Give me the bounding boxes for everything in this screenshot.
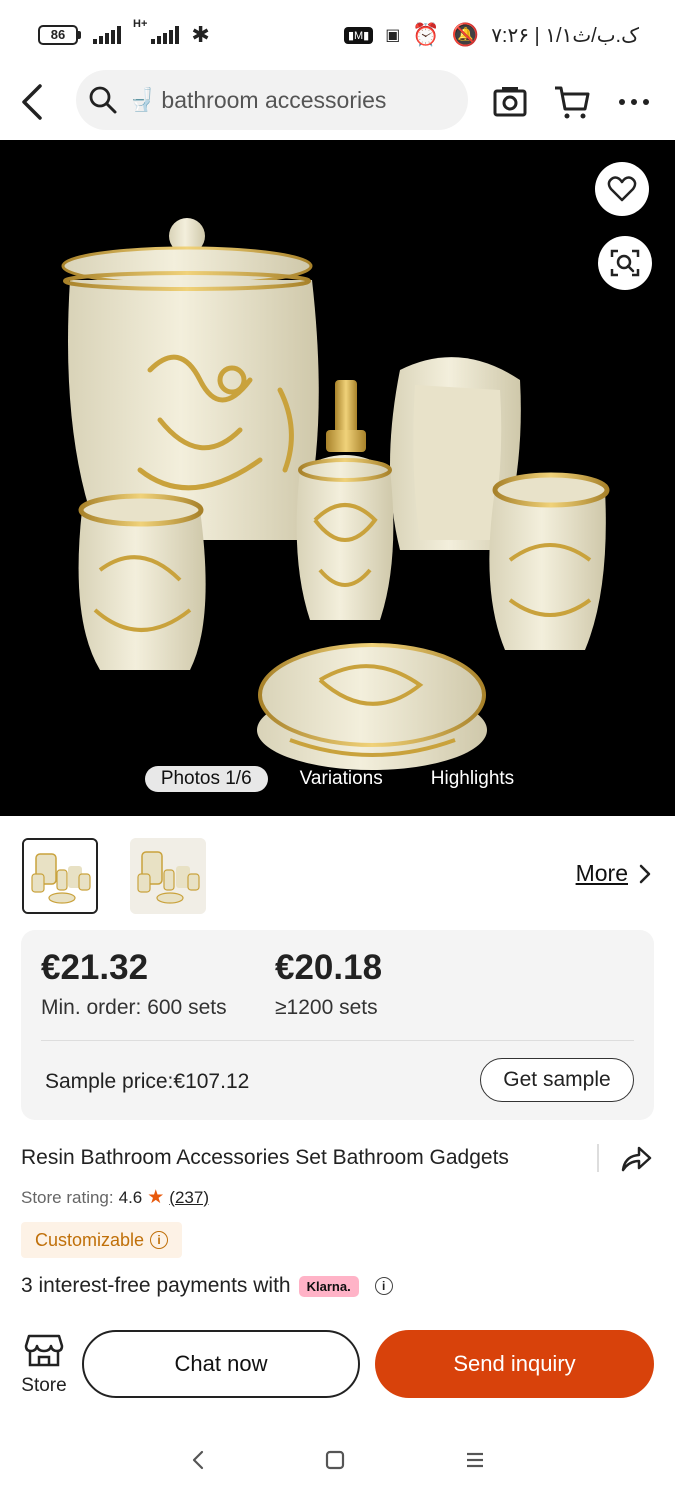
customizable-badge[interactable]: Customizable i xyxy=(21,1222,183,1258)
store-button[interactable]: Store xyxy=(16,1332,72,1397)
system-nav-bar xyxy=(0,1430,675,1490)
signal-icon-2 xyxy=(151,26,180,44)
product-photo xyxy=(61,218,610,770)
mute-icon: 🔕 xyxy=(451,22,480,47)
tier-price: €21.32 xyxy=(41,948,149,987)
nav-home-icon[interactable] xyxy=(324,1449,346,1471)
favorite-button[interactable] xyxy=(595,162,649,216)
search-query: bathroom accessories xyxy=(161,86,387,113)
signal-icon xyxy=(93,26,121,44)
app-notification-icon-2: ▣ xyxy=(385,27,401,44)
alarm-icon: ⏰ xyxy=(412,22,440,47)
star-icon: ★ xyxy=(147,1187,165,1208)
tab-highlights[interactable]: Highlights xyxy=(415,766,530,792)
store-label: Store xyxy=(21,1375,67,1396)
status-time: ۷:۲۶ | ۱/۱ک.ب/ث xyxy=(491,24,639,47)
price-tier-1: €21.32 Min. order: 600 sets xyxy=(41,948,227,1020)
heart-icon xyxy=(607,176,637,202)
visual-search-button[interactable] xyxy=(598,236,652,290)
status-bar: 86 H+ ✱ ▮M▮ ▣ ⏰ 🔕 ۷:۲۶ | ۱/۱ک.ب/ث xyxy=(0,0,675,70)
network-type: H+ xyxy=(133,18,148,30)
sample-price: Sample price:€107.12 xyxy=(45,1070,250,1093)
thumbnail-2[interactable] xyxy=(130,838,206,914)
cart-icon[interactable] xyxy=(552,82,592,122)
rating-value: 4.6 xyxy=(118,1187,143,1207)
divider xyxy=(41,1040,634,1041)
search-bar[interactable]: 🚽 bathroom accessories xyxy=(76,70,468,130)
search-header: 🚽 bathroom accessories xyxy=(0,70,675,140)
info-icon: i xyxy=(150,1231,169,1249)
nav-back-icon[interactable] xyxy=(190,1449,206,1471)
price-card: €21.32 Min. order: 600 sets €20.18 ≥1200… xyxy=(21,930,654,1120)
rating-label: Store rating: xyxy=(21,1187,114,1207)
divider xyxy=(597,1144,599,1172)
klarna-logo: Klarna. xyxy=(298,1275,359,1297)
more-menu-icon[interactable] xyxy=(614,82,654,122)
app-notification-icon: ▮M▮ xyxy=(343,26,374,44)
chevron-right-icon xyxy=(639,864,651,883)
payment-info: 3 interest-free payments with Klarna. i xyxy=(21,1274,393,1298)
more-photos-link[interactable]: More xyxy=(576,860,652,887)
tab-photos[interactable]: Photos 1/6 xyxy=(144,766,268,792)
tab-variations[interactable]: Variations xyxy=(284,766,399,792)
bluetooth-icon: ✱ xyxy=(191,22,210,47)
toilet-emoji-icon: 🚽 xyxy=(128,87,156,112)
store-icon xyxy=(24,1334,64,1367)
chat-now-button[interactable]: Chat now xyxy=(82,1330,360,1398)
get-sample-button[interactable]: Get sample xyxy=(480,1058,634,1102)
share-icon[interactable] xyxy=(619,1142,653,1176)
info-icon[interactable]: i xyxy=(374,1277,393,1295)
price-tier-2: €20.18 ≥1200 sets xyxy=(275,948,382,1020)
more-label: More xyxy=(575,860,628,886)
back-arrow-icon[interactable] xyxy=(16,80,56,124)
image-search-icon xyxy=(610,249,640,277)
rating-count-link[interactable]: (237) xyxy=(169,1188,209,1208)
thumbnail-image xyxy=(130,838,206,914)
media-tabs: Photos 1/6 Variations Highlights xyxy=(0,766,675,792)
camera-search-icon[interactable] xyxy=(490,82,530,122)
thumbnail-1[interactable] xyxy=(22,838,98,914)
nav-recents-icon[interactable] xyxy=(464,1449,486,1471)
send-inquiry-button[interactable]: Send inquiry xyxy=(375,1330,654,1398)
tier-price: €20.18 xyxy=(275,948,383,987)
tier-quantity: Min. order: 600 sets xyxy=(41,996,227,1019)
product-title: Resin Bathroom Accessories Set Bathroom … xyxy=(21,1146,509,1169)
badge-label: Customizable xyxy=(35,1229,145,1250)
battery-icon: 86 xyxy=(38,25,81,45)
thumbnail-strip: More xyxy=(22,838,662,914)
thumbnail-image xyxy=(24,840,96,912)
store-rating: Store rating: 4.6 ★ (237) xyxy=(21,1186,209,1209)
payments-text: 3 interest-free payments with xyxy=(21,1274,291,1297)
battery-level: 86 xyxy=(38,25,78,45)
search-icon xyxy=(89,86,117,114)
tier-quantity: ≥1200 sets xyxy=(275,996,378,1019)
product-image-gallery[interactable]: Photos 1/6 Variations Highlights xyxy=(0,140,675,816)
